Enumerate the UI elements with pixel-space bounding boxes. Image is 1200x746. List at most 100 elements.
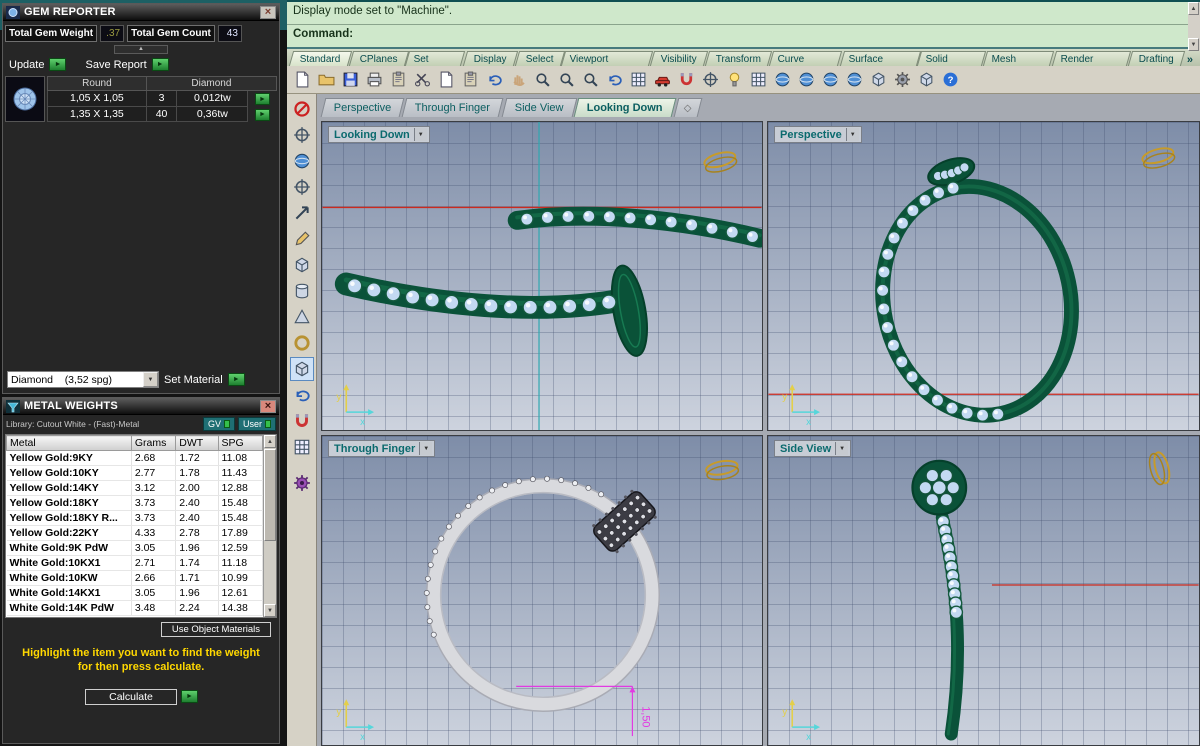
- chevron-down-icon[interactable]: ▼: [845, 128, 859, 141]
- gem-row-go-button[interactable]: [254, 93, 270, 106]
- viewport-tab-looking-down[interactable]: Looking Down: [574, 98, 677, 117]
- chevron-down-icon[interactable]: ▼: [419, 442, 433, 455]
- metal-column-header-metal[interactable]: Metal: [6, 435, 132, 451]
- environment-icon[interactable]: [843, 69, 865, 91]
- metal-weights-close-button[interactable]: ×: [260, 399, 276, 413]
- metal-weights-titlebar[interactable]: METAL WEIGHTS ×: [3, 398, 279, 415]
- gem-table[interactable]: RoundDiamond1,05 X 1,0530,012tw1,35 X 1,…: [47, 76, 278, 122]
- viewport-side-view[interactable]: yx Side View ▼: [767, 435, 1200, 746]
- viewport-title-dropdown[interactable]: Side View ▼: [774, 440, 852, 457]
- curve-pencil-icon[interactable]: [290, 227, 314, 251]
- copy-icon[interactable]: [435, 69, 457, 91]
- torus-tool-icon[interactable]: [290, 331, 314, 355]
- rotate-view-icon[interactable]: [603, 69, 625, 91]
- menu-tab-render-tools[interactable]: Render Tools: [1051, 51, 1131, 66]
- scroll-up-button[interactable]: [264, 435, 276, 448]
- metal-table-row[interactable]: Yellow Gold:10KY 2.77 1.78 11.43: [6, 465, 264, 481]
- viewport-title-dropdown[interactable]: Looking Down ▼: [328, 126, 430, 143]
- new-file-icon[interactable]: [291, 69, 313, 91]
- command-scroll-up[interactable]: [1188, 2, 1199, 15]
- metal-table-row[interactable]: White Gold:14K PdW 3.48 2.24 14.38: [6, 600, 264, 616]
- command-history-line[interactable]: Display mode set to "Machine".: [287, 0, 1200, 51]
- metal-table-row[interactable]: White Gold:10KW 2.66 1.71 10.99: [6, 570, 264, 586]
- command-scrollbar[interactable]: [1188, 2, 1200, 51]
- menu-tab-standard[interactable]: Standard: [288, 51, 352, 66]
- move-tool-icon[interactable]: [290, 201, 314, 225]
- calculate-go-button[interactable]: [181, 690, 198, 704]
- help-icon[interactable]: [939, 69, 961, 91]
- materials-icon[interactable]: [819, 69, 841, 91]
- menu-overflow-button[interactable]: »: [1184, 54, 1196, 66]
- matrix-gear-icon[interactable]: [290, 471, 314, 495]
- axis-tool-icon[interactable]: [290, 175, 314, 199]
- render-preview-icon[interactable]: [795, 69, 817, 91]
- cplane-target-icon[interactable]: [290, 123, 314, 147]
- osnap-toggle-icon[interactable]: [675, 69, 697, 91]
- zoom-window-icon[interactable]: [555, 69, 577, 91]
- scrollbar-thumb[interactable]: [264, 449, 276, 541]
- metal-table-row[interactable]: Yellow Gold:9KY 2.68 1.72 11.08: [6, 450, 264, 466]
- sweep-tool-icon[interactable]: [290, 383, 314, 407]
- box-tool-icon[interactable]: [290, 253, 314, 277]
- render-icon[interactable]: [771, 69, 793, 91]
- chevron-down-icon[interactable]: ▼: [835, 442, 849, 455]
- gem-reporter-titlebar[interactable]: GEM REPORTER ×: [3, 4, 279, 21]
- menu-tab-cplanes[interactable]: CPlanes: [348, 51, 409, 66]
- menu-tab-solid-tools[interactable]: Solid Tools: [917, 51, 987, 66]
- metal-table-row[interactable]: Yellow Gold:22KY 4.33 2.78 17.89: [6, 525, 264, 541]
- update-go-button[interactable]: [49, 58, 67, 71]
- boxedit-icon[interactable]: [651, 69, 673, 91]
- viewport-tab-side-view[interactable]: Side View: [501, 98, 577, 117]
- gem-row-go-button[interactable]: [254, 108, 270, 121]
- gem-thumbnail[interactable]: [5, 76, 45, 122]
- menu-tab-display[interactable]: Display: [462, 51, 518, 66]
- pan-view-icon[interactable]: [507, 69, 529, 91]
- metal-table-scrollbar[interactable]: [263, 435, 276, 617]
- zoom-dynamic-icon[interactable]: [531, 69, 553, 91]
- use-object-materials-button[interactable]: Use Object Materials: [160, 622, 271, 637]
- layers-icon[interactable]: [747, 69, 769, 91]
- magnet-osnap-icon[interactable]: [290, 409, 314, 433]
- view-globe-icon[interactable]: [290, 149, 314, 173]
- update-button[interactable]: Update: [9, 59, 44, 71]
- gem-reporter-close-button[interactable]: ×: [260, 5, 276, 19]
- surface-tool-icon[interactable]: [289, 357, 314, 381]
- viewport-title-dropdown[interactable]: Through Finger ▼: [328, 440, 436, 457]
- print-icon[interactable]: [363, 69, 385, 91]
- workspace-icon[interactable]: [915, 69, 937, 91]
- checker-display-icon[interactable]: [290, 435, 314, 459]
- chevron-down-icon[interactable]: ▼: [413, 128, 427, 141]
- save-icon[interactable]: [339, 69, 361, 91]
- new-viewport-tab[interactable]: ◇: [673, 98, 703, 117]
- menu-tab-transform[interactable]: Transform: [704, 51, 773, 66]
- ground-plane-icon[interactable]: [867, 69, 889, 91]
- filter-disable-icon[interactable]: [290, 97, 314, 121]
- cylinder-tool-icon[interactable]: [290, 279, 314, 303]
- menu-tab-drafting[interactable]: Drafting: [1127, 51, 1186, 66]
- metal-table-row[interactable]: White Gold:10KX1 2.71 1.74 11.18: [6, 555, 264, 571]
- metal-column-header-spg[interactable]: SPG: [217, 435, 264, 451]
- calculate-button[interactable]: Calculate: [85, 688, 177, 705]
- save-report-go-button[interactable]: [151, 58, 169, 71]
- lights-icon[interactable]: [723, 69, 745, 91]
- gv-button[interactable]: GV: [202, 417, 235, 431]
- scroll-down-button[interactable]: [264, 604, 276, 617]
- chevron-down-icon[interactable]: ▼: [143, 372, 158, 387]
- menu-tab-surface-tools[interactable]: Surface Tools: [839, 51, 921, 66]
- gem-table-row[interactable]: 1,35 X 1,35 40 0,36tw: [47, 105, 277, 122]
- save-report-button[interactable]: Save Report: [85, 59, 146, 71]
- paste-icon[interactable]: [459, 69, 481, 91]
- viewport-tab-through-finger[interactable]: Through Finger: [402, 98, 505, 117]
- collapse-handle[interactable]: ▲: [114, 45, 168, 54]
- undo-icon[interactable]: [483, 69, 505, 91]
- viewport-tab-perspective[interactable]: Perspective: [320, 98, 405, 117]
- metal-table-row[interactable]: White Gold:9K PdW 3.05 1.96 12.59: [6, 540, 264, 556]
- options-gear-icon[interactable]: [891, 69, 913, 91]
- material-select[interactable]: Diamond (3,52 spg) ▼: [7, 371, 159, 388]
- set-material-button[interactable]: Set Material: [164, 374, 223, 386]
- menu-tab-mesh-tools[interactable]: Mesh Tools: [983, 51, 1055, 66]
- menu-tab-visibility[interactable]: Visibility: [649, 51, 709, 66]
- menu-tab-curve-tools[interactable]: Curve Tools: [769, 51, 843, 66]
- menu-tab-set-view[interactable]: Set View: [405, 51, 466, 66]
- four-viewports-icon[interactable]: [627, 69, 649, 91]
